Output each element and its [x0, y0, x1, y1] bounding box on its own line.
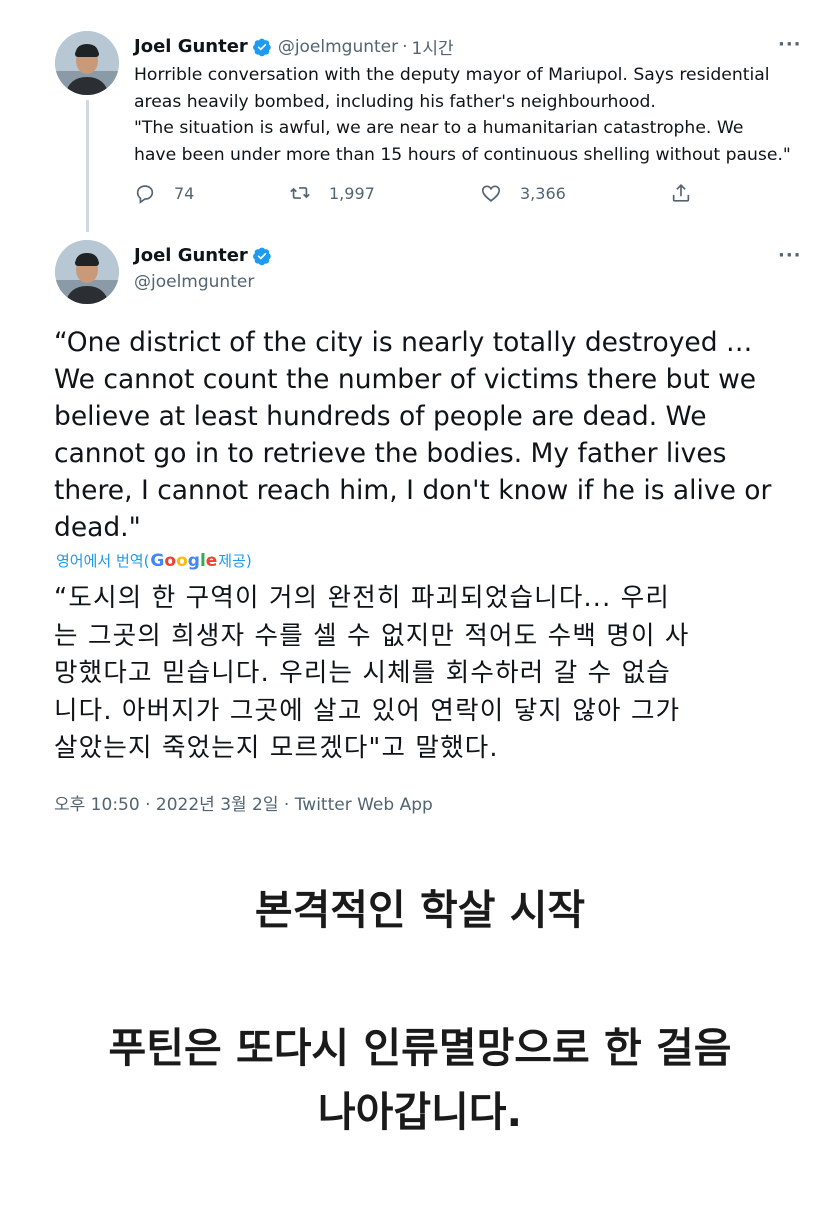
retweet-button[interactable]: 1,997: [289, 182, 375, 204]
separator: ·: [402, 36, 408, 57]
tweet-screenshot: Joel Gunter @joelmgunter · 1시간 ··· Horri…: [32, 0, 840, 822]
reply-count: 74: [174, 183, 195, 203]
tweet-timestamp[interactable]: 오후 10:50 · 2022년 3월 2일 · Twitter Web App: [54, 790, 433, 815]
avatar-photo: [55, 31, 119, 95]
share-icon: [672, 184, 690, 202]
tweet-line: cannot go in to retrieve the bodies. My …: [54, 438, 727, 469]
caption-line: 나아갑니다.: [317, 1088, 523, 1136]
translate-prefix: 영어에서 번역(: [56, 552, 150, 570]
translated-line: 니다. 아버지가 그곳에 살고 있어 연락이 닿지 않아 그가: [54, 695, 681, 726]
more-icon[interactable]: ···: [778, 245, 802, 266]
caption-line: 푸틴은 또다시 인류멸망으로 한 걸음: [108, 1024, 732, 1072]
google-logo: Google: [150, 551, 218, 571]
retweet-icon: [290, 187, 310, 199]
tweet-line: Horrible conversation with the deputy ma…: [134, 65, 770, 85]
reply-button[interactable]: 74: [134, 182, 194, 204]
tweet-line: dead.": [54, 512, 141, 543]
tweet-header: Joel Gunter @joelmgunter · 1시간: [134, 34, 454, 59]
author-handle[interactable]: @joelmgunter: [278, 37, 398, 57]
verified-badge-icon: [252, 246, 272, 266]
like-count: 3,366: [520, 183, 566, 203]
translated-line: 는 그곳의 희생자 수를 셀 수 없지만 적어도 수백 명이 사: [54, 620, 690, 651]
retweet-count: 1,997: [329, 183, 375, 203]
tweet-line: "The situation is awful, we are near to …: [134, 118, 744, 138]
translation-attribution[interactable]: 영어에서 번역( Google 제공): [56, 550, 252, 571]
tweet-body: Horrible conversation with the deputy ma…: [134, 62, 806, 168]
tweet-actions: 74 1,997 3,366: [134, 182, 704, 210]
tweet-line: have been under more than 15 hours of co…: [134, 144, 791, 165]
tweet-line: areas heavily bombed, including his fath…: [134, 91, 656, 112]
caption-body: 푸틴은 또다시 인류멸망으로 한 걸음 나아갑니다.: [0, 1016, 840, 1144]
avatar[interactable]: [55, 240, 119, 304]
avatar-photo: [55, 240, 119, 304]
translate-suffix: 제공): [218, 552, 252, 570]
more-icon[interactable]: ···: [778, 34, 802, 55]
avatar[interactable]: [55, 31, 119, 95]
tweet-header: Joel Gunter: [134, 245, 272, 266]
tweet-line: “One district of the city is nearly tota…: [54, 327, 753, 358]
thread-connector: [86, 100, 89, 232]
like-button[interactable]: 3,366: [480, 182, 566, 204]
author-name[interactable]: Joel Gunter: [134, 36, 248, 57]
tweet-line: We cannot count the number of victims th…: [54, 364, 757, 395]
tweet-line: there, I cannot reach him, I don't know …: [54, 475, 772, 506]
translated-line: “도시의 한 구역이 거의 완전히 파괴되었습니다... 우리: [54, 583, 671, 613]
caption-headline: 본격적인 학살 시작: [254, 886, 586, 934]
like-icon: [481, 185, 501, 202]
translated-line: 망했다고 믿습니다. 우리는 시체를 회수하러 갈 수 없습: [54, 658, 671, 688]
author-handle[interactable]: @joelmgunter: [134, 272, 254, 292]
translated-line: 살았는지 죽었는지 모르겠다"고 말했다.: [54, 733, 499, 763]
share-button[interactable]: [670, 182, 710, 204]
author-name[interactable]: Joel Gunter: [134, 245, 248, 266]
verified-badge-icon: [252, 37, 272, 57]
tweet-line: believe at least hundreds of people are …: [54, 401, 707, 432]
time-ago[interactable]: 1시간: [412, 34, 454, 59]
reply-icon: [136, 185, 154, 204]
tweet-body: “One district of the city is nearly tota…: [54, 324, 806, 546]
translated-text: “도시의 한 구역이 거의 완전히 파괴되었습니다... 우리 는 그곳의 희생…: [54, 580, 806, 768]
